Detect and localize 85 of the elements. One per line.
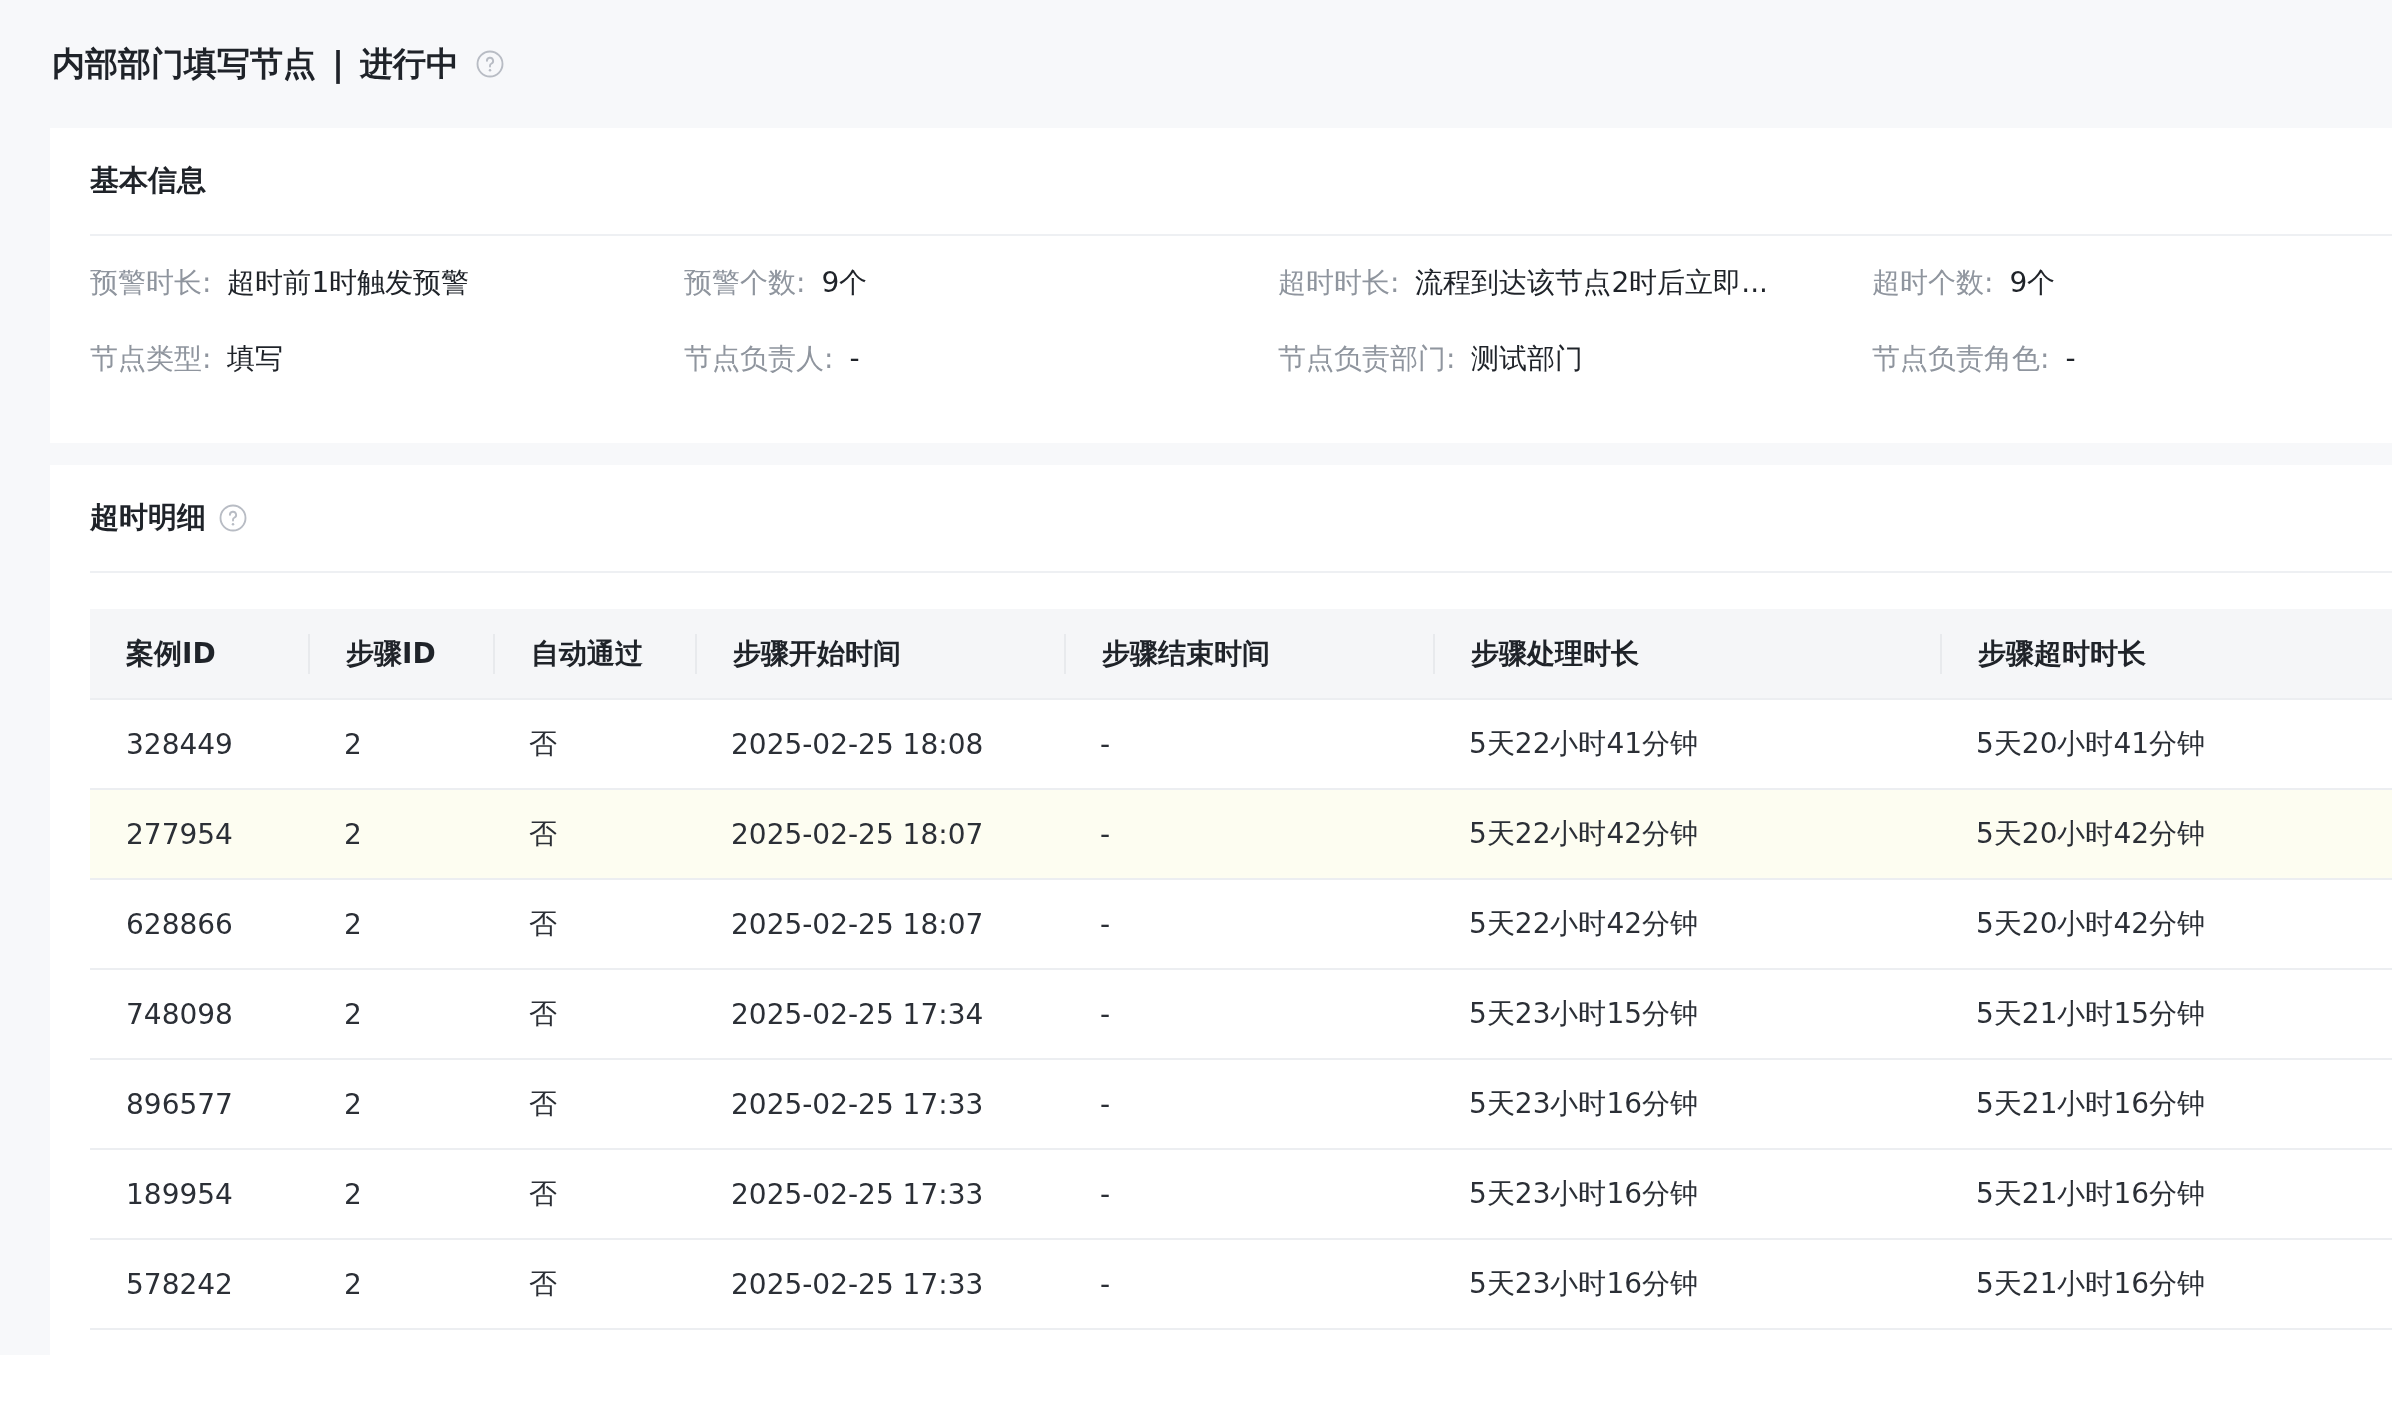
column-header: 步骤ID bbox=[308, 633, 493, 674]
field-label: 预警时长: bbox=[90, 265, 212, 301]
column-header: 自动通过 bbox=[493, 633, 695, 674]
column-header: 步骤超时时长 bbox=[1940, 633, 2392, 674]
table-cell-text: 否 bbox=[528, 1266, 558, 1302]
table-cell-text: 2025-02-25 18:07 bbox=[730, 817, 985, 851]
table-cell-text: 2 bbox=[343, 1087, 363, 1121]
column-header: 步骤结束时间 bbox=[1064, 633, 1433, 674]
column-header: 案例ID bbox=[125, 635, 217, 672]
field-value: - bbox=[849, 341, 860, 377]
table-cell-text: 5天23小时16分钟 bbox=[1468, 1086, 1700, 1122]
table-cell-text: - bbox=[1099, 907, 1112, 941]
table-cell-text: 5天21小时16分钟 bbox=[1975, 1086, 2207, 1122]
table-cell-text: 2025-02-25 18:08 bbox=[730, 727, 985, 761]
table-cell-text: 578242 bbox=[125, 1267, 234, 1301]
field-value: - bbox=[2065, 341, 2076, 377]
help-icon[interactable] bbox=[475, 49, 506, 79]
field-label: 节点负责人: bbox=[684, 341, 834, 377]
field-value: 9个 bbox=[821, 265, 868, 301]
field-label: 节点类型: bbox=[90, 341, 212, 377]
page-title: 内部部门填写节点 bbox=[52, 42, 316, 85]
table-cell-text: 5天22小时41分钟 bbox=[1468, 726, 1700, 762]
table-cell-text: 2 bbox=[343, 1267, 363, 1301]
field-value: 超时前1时触发预警 bbox=[227, 265, 470, 301]
table-cell-text: 5天21小时16分钟 bbox=[1975, 1176, 2207, 1212]
table-row[interactable]: 748098 2 否 2025-02-25 17:34 - 5天23小时15分钟 5天21小时15分钟 bbox=[90, 970, 2392, 1060]
table-cell-text: 628866 bbox=[125, 907, 234, 941]
table-cell-text: - bbox=[1099, 1177, 1112, 1211]
table-cell-text: 5天20小时42分钟 bbox=[1975, 906, 2207, 942]
title-separator: | bbox=[332, 44, 345, 84]
table-cell-text: 277954 bbox=[125, 817, 234, 851]
field-value: 9个 bbox=[2009, 265, 2056, 301]
field-label: 预警个数: bbox=[684, 265, 806, 301]
table-cell-text: 2025-02-25 17:33 bbox=[730, 1267, 985, 1301]
table-cell-text: 2 bbox=[343, 817, 363, 851]
table-cell-text: 2 bbox=[343, 997, 363, 1031]
field-value: 测试部门 bbox=[1471, 341, 1584, 377]
field-label: 节点负责部门: bbox=[1278, 341, 1456, 377]
table-cell-text: 否 bbox=[528, 906, 558, 942]
table-cell-text: 5天23小时16分钟 bbox=[1468, 1176, 1700, 1212]
table-cell-text: 2025-02-25 18:07 bbox=[730, 907, 985, 941]
table-cell-text: 2025-02-25 17:33 bbox=[730, 1087, 985, 1121]
table-row[interactable]: 578242 2 否 2025-02-25 17:33 - 5天23小时16分钟 5天21小时16分钟 bbox=[90, 1240, 2392, 1330]
table-cell-text: 否 bbox=[528, 816, 558, 852]
table-row[interactable]: 189954 2 否 2025-02-25 17:33 - 5天23小时16分钟 5天21小时16分钟 bbox=[90, 1150, 2392, 1240]
table-cell-text: 2 bbox=[343, 907, 363, 941]
table-cell-text: 否 bbox=[528, 996, 558, 1032]
table-cell-text: 5天20小时41分钟 bbox=[1975, 726, 2207, 762]
table-cell-text: 5天22小时42分钟 bbox=[1468, 906, 1700, 942]
table-cell-text: 5天23小时16分钟 bbox=[1468, 1266, 1700, 1302]
table-cell-text: 2025-02-25 17:33 bbox=[730, 1177, 985, 1211]
section-title: 基本信息 bbox=[90, 162, 206, 199]
table-cell-text: - bbox=[1099, 997, 1112, 1031]
table-cell-text: 5天21小时16分钟 bbox=[1975, 1266, 2207, 1302]
help-icon[interactable] bbox=[218, 503, 248, 533]
table-cell-text: - bbox=[1099, 817, 1112, 851]
table-cell-text: 189954 bbox=[125, 1177, 234, 1211]
table-cell-text: 748098 bbox=[125, 997, 234, 1031]
table-cell-text: - bbox=[1099, 727, 1112, 761]
table-cell-text: 否 bbox=[528, 1176, 558, 1212]
table-cell-text: 2025-02-25 17:34 bbox=[730, 997, 985, 1031]
table-cell-text: 2 bbox=[343, 727, 363, 761]
section-title: 超时明细 bbox=[90, 499, 206, 536]
status-text: 进行中 bbox=[360, 42, 460, 85]
field-label: 超时时长: bbox=[1278, 265, 1400, 301]
table-cell-text: 896577 bbox=[125, 1087, 234, 1121]
field-label: 超时个数: bbox=[1872, 265, 1994, 301]
table-cell-text: 否 bbox=[528, 726, 558, 762]
table-cell-text: 否 bbox=[528, 1086, 558, 1122]
table-cell-text: 2 bbox=[343, 1177, 363, 1211]
field-value: 填写 bbox=[227, 341, 284, 377]
table-cell-text: - bbox=[1099, 1267, 1112, 1301]
table-cell-text: 5天21小时15分钟 bbox=[1975, 996, 2207, 1032]
table-cell-text: 5天22小时42分钟 bbox=[1468, 816, 1700, 852]
table-cell-text: 5天20小时42分钟 bbox=[1975, 816, 2207, 852]
table-row[interactable]: 277954 2 否 2025-02-25 18:07 - 5天22小时42分钟 5天20小时42分钟 bbox=[90, 790, 2392, 880]
field-label: 节点负责角色: bbox=[1872, 341, 2050, 377]
table-cell-text: 328449 bbox=[125, 727, 234, 761]
field-value: 流程到达该节点2时后立即... bbox=[1415, 265, 1768, 301]
table-row[interactable]: 896577 2 否 2025-02-25 17:33 - 5天23小时16分钟 5天21小时16分钟 bbox=[90, 1060, 2392, 1150]
table-row[interactable]: 628866 2 否 2025-02-25 18:07 - 5天22小时42分钟 5天20小时42分钟 bbox=[90, 880, 2392, 970]
table-cell-text: 5天23小时15分钟 bbox=[1468, 996, 1700, 1032]
table-cell-text: - bbox=[1099, 1087, 1112, 1121]
column-header: 步骤处理时长 bbox=[1433, 633, 1940, 674]
column-header: 步骤开始时间 bbox=[695, 633, 1064, 674]
